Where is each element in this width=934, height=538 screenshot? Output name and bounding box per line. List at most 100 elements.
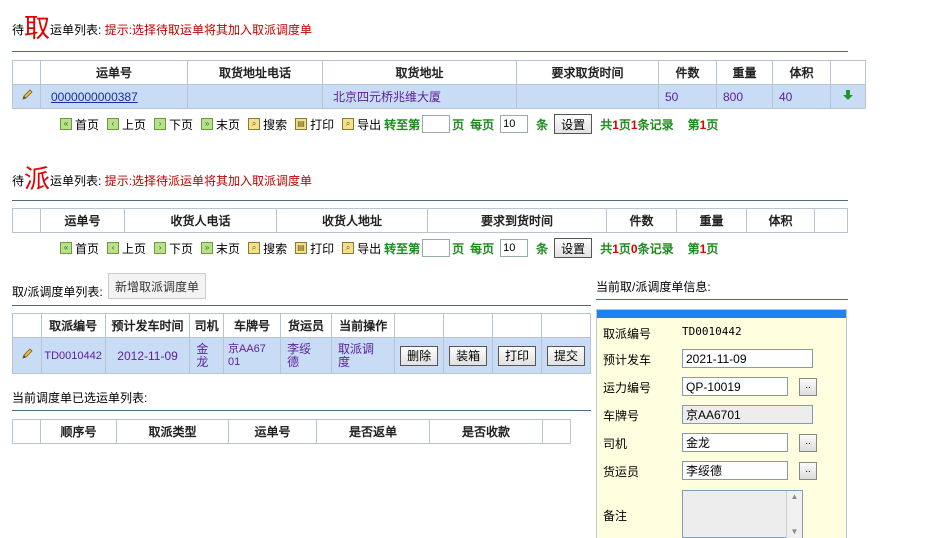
first-page-button[interactable]: «首页 [60,240,99,257]
col-arrival-time[interactable]: 要求到货时间 [427,208,607,233]
col-volume[interactable]: 体积 [746,208,815,233]
col-receiver-phone[interactable]: 收货人电话 [124,208,277,233]
search-icon: ⌕ [248,118,261,130]
table-row[interactable]: 0000000000387 北京四元桥兆维大厦 50 800 40 [12,84,866,109]
cell-plate: 京AA6701 [222,337,282,374]
col-pickup-time[interactable]: 要求取货时间 [516,60,659,85]
dispatch-header-row: 取派编号 预计发车时间 司机 车牌号 货运员 当前操作 [12,313,592,338]
prev-page-button[interactable]: ‹ 上页 [107,116,146,133]
goto-page-input[interactable] [422,239,451,257]
col-current-op[interactable]: 当前操作 [331,313,396,338]
prev-page-button[interactable]: ‹ 上页 [107,240,146,257]
col-waybill[interactable]: 运单号 [228,419,317,444]
delete-button[interactable]: 删除 [400,345,439,366]
col-plate[interactable]: 车牌号 [222,313,282,338]
pickup-header-row: 运单号 取货地址电话 取货地址 要求取货时间 件数 重量 体积 [12,60,866,85]
pickup-section-title: 待取运单列表: 提示:选择待取运单将其加入取派调度单 [12,8,312,45]
col-waybill[interactable]: 运单号 [40,208,125,233]
col-volume[interactable]: 体积 [772,60,831,85]
info-panel-header-bar [597,310,846,318]
cell-depart-time: 2012-11-09 [104,337,191,374]
col-driver[interactable]: 司机 [189,313,224,338]
depart-date-input[interactable] [682,349,813,368]
cell-count: 50 [658,84,717,109]
col-count[interactable]: 件数 [658,60,717,85]
col-depart-time[interactable]: 预计发车时间 [104,313,191,338]
col-count[interactable]: 件数 [606,208,677,233]
last-page-button[interactable]: » 末页 [201,116,240,133]
waybill-link[interactable]: 0000000000387 [51,90,138,104]
print-dispatch-button[interactable]: 打印 [498,345,537,366]
delivery-section-title: 待派运单列表: 提示:选择待派运单将其加入取派调度单 [12,165,313,195]
col-weight[interactable]: 重量 [676,208,747,233]
cell-clerk: 李绥德 [280,337,333,374]
clerk-input[interactable] [682,461,788,480]
edit-pencil-icon[interactable] [12,84,41,109]
new-dispatch-button[interactable]: 新增取派调度单 [108,273,207,299]
search-button[interactable]: ⌕ 搜索 [248,116,287,133]
export-button[interactable]: ⌕ 导出 [342,240,381,257]
add-down-arrow-icon[interactable] [830,84,866,109]
id-value: TD0010442 [682,325,742,338]
col-waybill[interactable]: 运单号 [40,60,188,85]
next-page-button[interactable]: › 下页 [154,116,193,133]
dispatch-table: 取派编号 预计发车时间 司机 车牌号 货运员 当前操作 TD0010442 20… [12,313,592,374]
per-page-input[interactable] [500,239,529,257]
col-collected[interactable]: 是否收款 [429,419,543,444]
table-row[interactable]: TD0010442 2012-11-09 金龙 京AA6701 李绥德 取派调度… [12,337,592,374]
set-page-size-button[interactable]: 设置 [554,238,593,258]
pickup-page-summary: 共1页1条记录 [600,117,674,132]
col-weight[interactable]: 重量 [716,60,773,85]
delivery-hint: 提示:选择待派运单将其加入取派调度单 [104,174,313,188]
info-panel-title: 当前取/派调度单信息: [596,280,711,294]
plate-input[interactable] [682,405,813,424]
plate-label: 车牌号 [603,409,640,423]
edit-pencil-icon[interactable] [12,337,42,374]
pickup-pager: «首页 ‹上页 ›下页 »末页 ⌕搜索 ▤打印 ⌕导出 转至第 页 每页 条 设… [60,114,718,134]
dispatch-divider [12,305,591,306]
depart-label: 预计发车 [603,353,652,367]
per-page-input[interactable] [500,115,529,133]
print-button[interactable]: ▤ 打印 [295,116,334,133]
scroll-down-icon[interactable]: ▼ [787,526,802,538]
remark-textarea[interactable] [682,490,803,538]
submit-button[interactable]: 提交 [546,345,585,366]
delivery-header-row: 运单号 收货人电话 收货人地址 要求到货时间 件数 重量 体积 [12,208,848,233]
last-page-button[interactable]: » 末页 [201,240,240,257]
capacity-input[interactable] [682,377,788,396]
selected-table: 顺序号 取派类型 运单号 是否返单 是否收款 [12,419,571,444]
col-pickup-address[interactable]: 取货地址 [322,60,517,85]
col-return-bill[interactable]: 是否返单 [316,419,430,444]
first-page-button[interactable]: «首页 [60,116,99,133]
last-icon: » [201,242,214,254]
selected-header-row: 顺序号 取派类型 运单号 是否返单 是否收款 [12,419,571,444]
clerk-lookup-button[interactable]: .. [799,462,817,480]
cell-address: 北京四元桥兆维大厦 [322,84,517,109]
col-dispatch-type[interactable]: 取派类型 [116,419,229,444]
search-button[interactable]: ⌕ 搜索 [248,240,287,257]
selected-divider [12,410,591,411]
print-button[interactable]: ▤ 打印 [295,240,334,257]
col-receiver-address[interactable]: 收货人地址 [276,208,428,233]
next-page-button[interactable]: › 下页 [154,240,193,257]
col-clerk[interactable]: 货运员 [280,313,333,338]
driver-input[interactable] [682,433,788,452]
driver-lookup-button[interactable]: .. [799,434,817,452]
goto-page-input[interactable] [422,115,451,133]
last-icon: » [201,118,214,130]
next-icon: › [154,118,167,130]
col-pickup-phone[interactable]: 取货地址电话 [187,60,323,85]
export-button[interactable]: ⌕ 导出 [342,116,381,133]
set-page-size-button[interactable]: 设置 [554,114,593,134]
remark-label: 备注 [603,509,628,523]
cell-driver: 金龙 [189,337,224,374]
capacity-lookup-button[interactable]: .. [799,378,817,396]
col-sequence[interactable]: 顺序号 [40,419,117,444]
scroll-up-icon[interactable]: ▲ [787,491,802,503]
pickup-current-page: 第1页 [687,117,719,132]
col-dispatch-id[interactable]: 取派编号 [40,313,106,338]
first-icon: « [60,242,72,254]
pack-button[interactable]: 装箱 [449,345,488,366]
delivery-divider [12,200,848,201]
remark-scrollbar[interactable]: ▲ ▼ [786,491,802,538]
